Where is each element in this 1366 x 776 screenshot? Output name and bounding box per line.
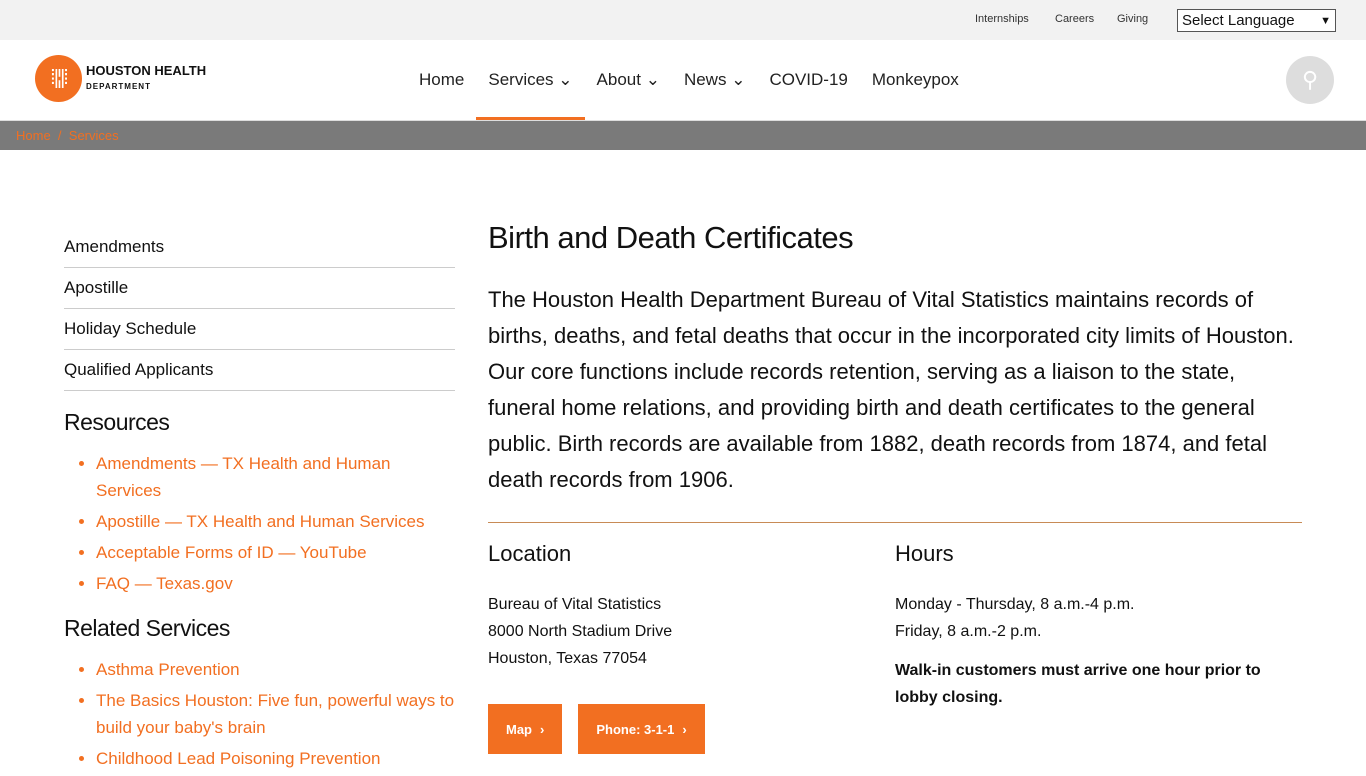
hours-line: Friday, 8 a.m.-2 p.m. <box>895 623 1042 640</box>
breadcrumb-services[interactable]: Services <box>69 128 119 143</box>
main-content: Birth and Death Certificates The Houston… <box>488 220 1302 754</box>
sidebar-item-qualified[interactable]: Qualified Applicants <box>64 350 455 391</box>
nav-news[interactable]: News ⌄ <box>672 40 758 120</box>
nav-about[interactable]: About ⌄ <box>585 40 672 120</box>
nav-covid[interactable]: COVID-19 <box>757 40 859 120</box>
giving-link[interactable]: Giving <box>1117 13 1148 25</box>
hours-line: Monday - Thursday, 8 a.m.-4 p.m. <box>895 596 1135 613</box>
resource-link[interactable]: Apostille — TX Health and Human Services <box>96 508 455 535</box>
chevron-down-icon: ⌄ <box>731 70 746 89</box>
location-heading: Location <box>488 541 572 566</box>
search-icon: ⚲ <box>1301 67 1319 92</box>
hours-heading: Hours <box>895 541 954 566</box>
nav-home[interactable]: Home <box>407 40 476 120</box>
logo-sub: DEPARTMENT <box>86 82 151 91</box>
search-button[interactable]: ⚲ <box>1286 56 1334 104</box>
chevron-down-icon: ▼ <box>1320 14 1331 27</box>
sidebar-item-apostille[interactable]: Apostille <box>64 268 455 309</box>
logo-icon: ⁞|¦|⁞ <box>35 55 82 102</box>
page-title: Birth and Death Certificates <box>488 220 854 255</box>
intro-text: The Houston Health Department Bureau of … <box>488 287 1294 492</box>
sidebar-item-amendments[interactable]: Amendments <box>64 237 455 268</box>
chevron-down-icon: ⌄ <box>558 70 573 89</box>
utility-bar: Internships Careers Giving Select Langua… <box>0 0 1366 40</box>
related-heading: Related Services <box>64 615 230 641</box>
language-label: Select Language <box>1182 12 1295 29</box>
hours-section: Hours Monday - Thursday, 8 a.m.-4 p.m. F… <box>895 541 1302 754</box>
resource-link[interactable]: FAQ — Texas.gov <box>96 570 455 597</box>
phone-button[interactable]: Phone: 3-1-1 › <box>578 704 705 754</box>
sidebar-item-holiday[interactable]: Holiday Schedule <box>64 309 455 350</box>
map-button[interactable]: Map › <box>488 704 563 754</box>
language-select[interactable]: Select Language ▼ <box>1177 9 1336 32</box>
address-line: Houston, Texas 77054 <box>488 650 647 667</box>
resource-link[interactable]: Amendments — TX Health and Human Service… <box>96 450 455 504</box>
chevron-down-icon: ⌄ <box>645 70 660 89</box>
address-line: 8000 North Stadium Drive <box>488 623 673 640</box>
chevron-right-icon: › <box>540 721 545 737</box>
related-link[interactable]: The Basics Houston: Five fun, powerful w… <box>96 687 455 741</box>
resource-link[interactable]: Acceptable Forms of ID — YouTube <box>96 539 455 566</box>
careers-link[interactable]: Careers <box>1055 13 1094 25</box>
chevron-right-icon: › <box>682 721 687 737</box>
sidebar: Amendments Apostille Holiday Schedule Qu… <box>64 237 455 776</box>
related-link[interactable]: Asthma Prevention <box>96 656 455 683</box>
nav-monkeypox[interactable]: Monkeypox <box>860 40 971 120</box>
resources-heading: Resources <box>64 409 170 435</box>
logo[interactable]: ⁞|¦|⁞ HOUSTON HEALTH DEPARTMENT <box>35 55 206 102</box>
main-nav: Home Services ⌄ About ⌄ News ⌄ COVID-19 … <box>407 40 971 120</box>
location-section: Location Bureau of Vital Statistics 8000… <box>488 541 895 754</box>
breadcrumb-sep: / <box>57 128 62 143</box>
walk-in-note: Walk-in customers must arrive one hour p… <box>895 662 1261 706</box>
breadcrumb: Home / Services <box>0 121 1366 150</box>
breadcrumb-home[interactable]: Home <box>16 128 51 143</box>
internships-link[interactable]: Internships <box>975 13 1029 25</box>
address-line: Bureau of Vital Statistics <box>488 596 662 613</box>
logo-name: HOUSTON HEALTH <box>86 63 207 78</box>
header: ⁞|¦|⁞ HOUSTON HEALTH DEPARTMENT Home Serv… <box>0 40 1366 121</box>
divider <box>488 522 1302 523</box>
nav-services[interactable]: Services ⌄ <box>476 40 585 120</box>
